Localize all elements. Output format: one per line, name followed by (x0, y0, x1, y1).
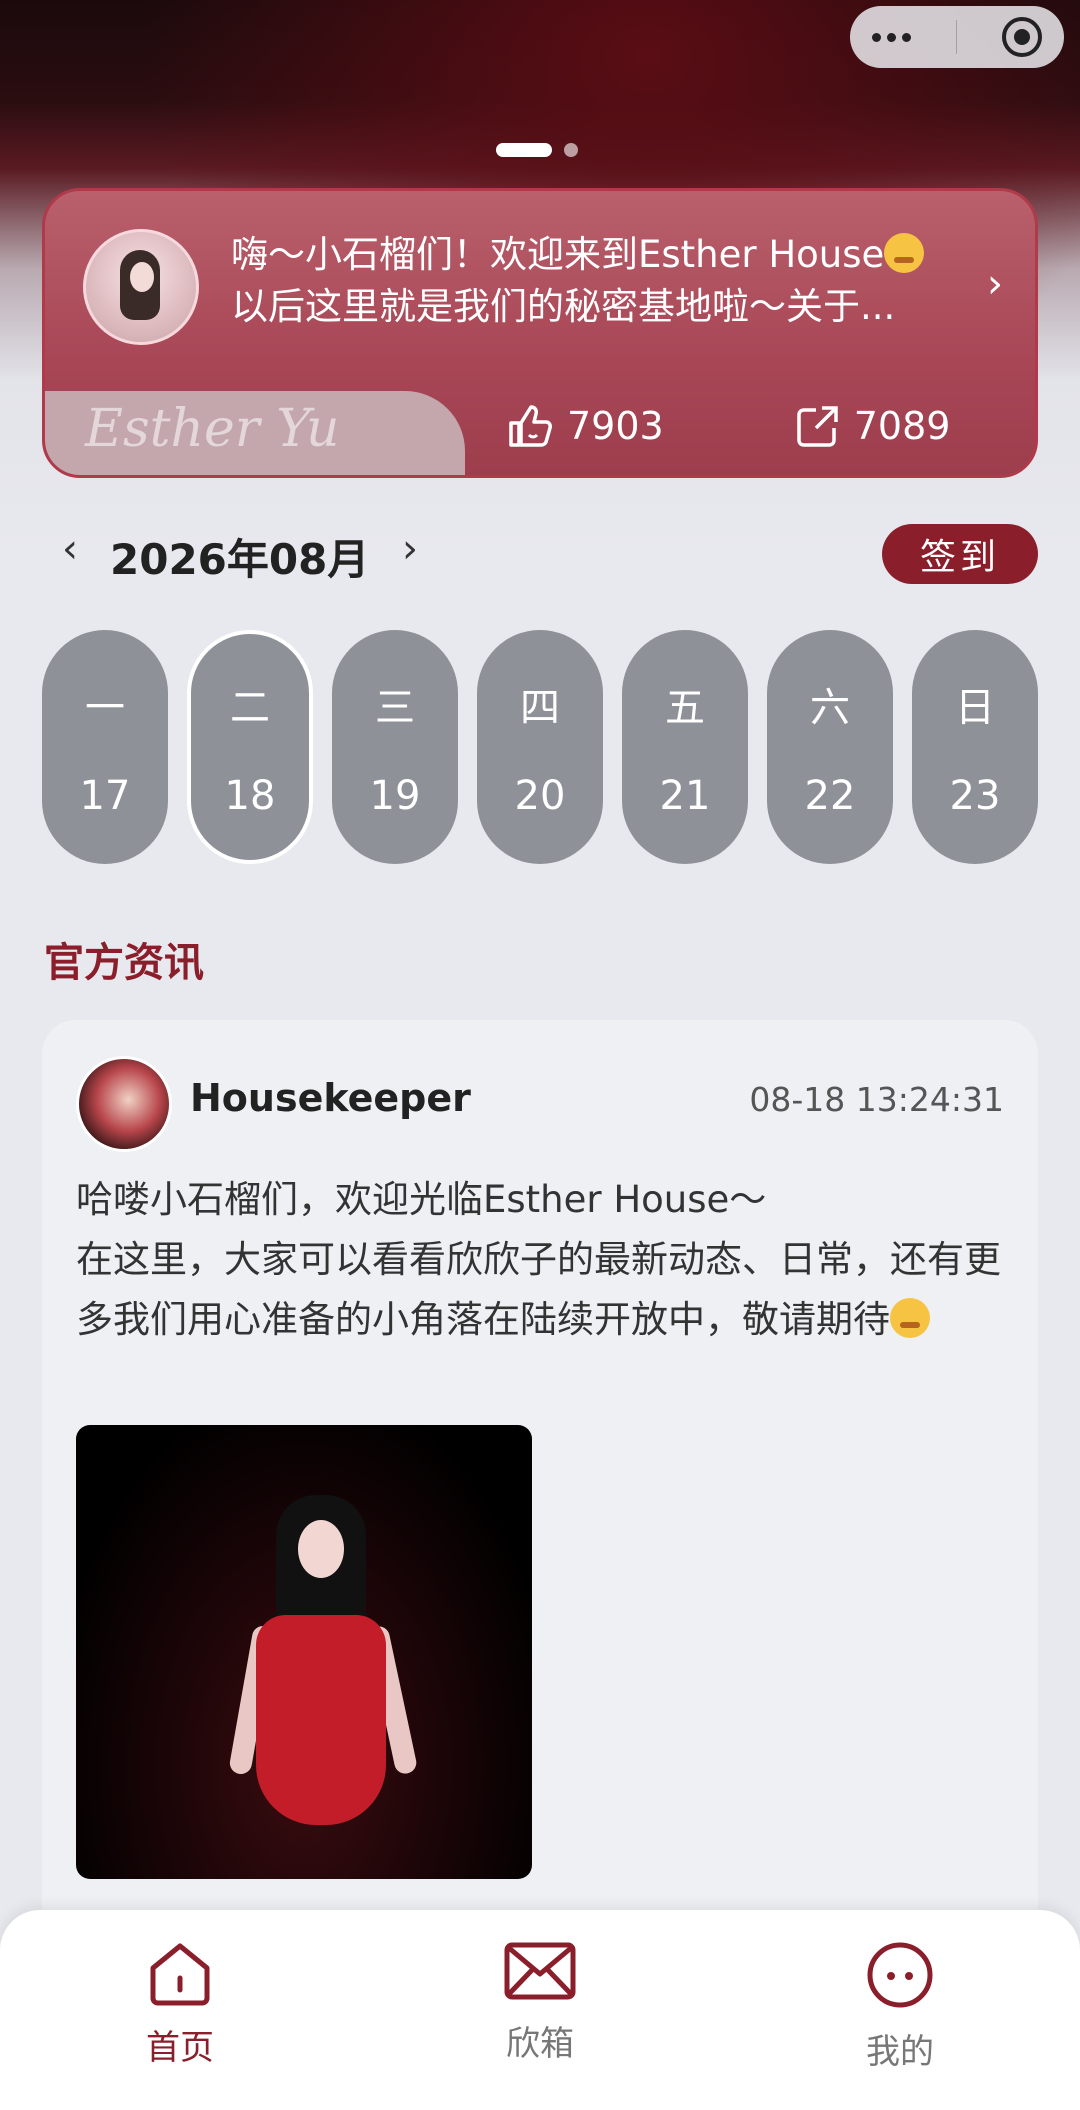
avatar[interactable] (76, 1056, 172, 1152)
announcement-line1: 嗨～小石榴们！欢迎来到Esther House (231, 233, 885, 276)
weekday-label: 二 (230, 685, 270, 731)
date-label: 21 (659, 773, 711, 819)
checkin-button[interactable]: 签到 (882, 524, 1038, 584)
weekday-label: 四 (520, 685, 560, 731)
share-stat[interactable]: 7089 (794, 402, 951, 450)
tab-home[interactable]: 首页 (100, 1940, 260, 2069)
tab-mailbox-label: 欣箱 (506, 2024, 574, 2064)
chevron-right-icon[interactable]: › (987, 261, 1003, 307)
date-label: 17 (79, 773, 131, 819)
carousel-dot[interactable] (564, 143, 578, 157)
news-timestamp: 08-18 13:24:31 (749, 1080, 1004, 1119)
weekday-label: 一 (85, 685, 125, 731)
carousel-dot-active[interactable] (496, 143, 552, 157)
date-label: 22 (804, 773, 856, 819)
news-line1: 哈喽小石榴们，欢迎光临Esther House～ (76, 1178, 767, 1221)
announcement-card[interactable]: Esther Yu 嗨～小石榴们！欢迎来到Esther House 以后这里就是… (42, 188, 1038, 478)
like-count: 7903 (567, 404, 664, 448)
tab-mailbox[interactable]: 欣箱 (460, 1940, 620, 2065)
date-label: 18 (224, 773, 276, 819)
day-cell[interactable]: 三 19 (332, 630, 458, 864)
date-label: 20 (514, 773, 566, 819)
announcement-stats: 7903 7089 (505, 401, 950, 451)
profile-dots-icon (867, 1942, 933, 2008)
share-icon (796, 406, 838, 447)
date-label: 23 (949, 773, 1001, 819)
like-stat[interactable]: 7903 (505, 401, 664, 451)
weekday-label: 六 (810, 685, 850, 731)
signature-logo: Esther Yu (85, 399, 340, 459)
party-emoji-icon (884, 233, 925, 273)
tab-profile[interactable]: 我的 (820, 1940, 980, 2073)
kiss-emoji-icon (890, 1298, 930, 1338)
day-cell[interactable]: 一 17 (42, 630, 168, 864)
announcement-text: 嗨～小石榴们！欢迎来到Esther House 以后这里就是我们的秘密基地啦～关… (231, 229, 971, 333)
capsule-divider (955, 20, 957, 54)
bottom-tab-bar: 首页 欣箱 我的 (0, 1910, 1080, 2110)
news-photo[interactable] (76, 1425, 532, 1879)
target-close-icon[interactable] (1001, 17, 1042, 57)
weekday-label: 日 (955, 685, 995, 731)
more-dots-icon[interactable] (872, 32, 912, 42)
weekday-label: 五 (665, 685, 705, 731)
tab-profile-label: 我的 (866, 2032, 934, 2072)
section-title-official-news: 官方资讯 (44, 940, 204, 986)
chevron-left-icon[interactable]: ‹ (62, 526, 78, 572)
mini-program-capsule (850, 6, 1064, 68)
envelope-icon (504, 1942, 576, 2000)
news-body: 哈喽小石榴们，欢迎光临Esther House～ 在这里，大家可以看看欣欣子的最… (76, 1170, 1006, 1350)
news-line2: 在这里，大家可以看看欣欣子的最新动态、日常，还有更多我们用心准备的小角落在陆续开… (76, 1238, 1001, 1341)
week-calendar: 一 17 二 18 三 19 四 20 五 21 六 22 日 23 (42, 630, 1038, 864)
announcement-line2: 以后这里就是我们的秘密基地啦～关于... (231, 285, 896, 328)
tab-home-label: 首页 (146, 2028, 214, 2068)
day-cell-selected[interactable]: 二 18 (187, 630, 313, 864)
day-cell[interactable]: 六 22 (767, 630, 893, 864)
thumbs-up-icon (509, 405, 552, 447)
day-cell[interactable]: 四 20 (477, 630, 603, 864)
chevron-right-icon[interactable]: › (402, 526, 418, 572)
share-count: 7089 (853, 404, 951, 448)
day-cell[interactable]: 五 21 (622, 630, 748, 864)
weekday-label: 三 (375, 685, 415, 731)
month-navigator: ‹ 2026年08月 › 签到 (62, 520, 1038, 590)
date-label: 19 (369, 773, 421, 819)
day-cell[interactable]: 日 23 (912, 630, 1038, 864)
announcement-avatar (83, 229, 199, 345)
month-label: 2026年08月 (110, 535, 370, 584)
carousel-indicator (496, 143, 578, 157)
news-author: Housekeeper (190, 1076, 471, 1120)
home-icon (150, 1943, 210, 2006)
